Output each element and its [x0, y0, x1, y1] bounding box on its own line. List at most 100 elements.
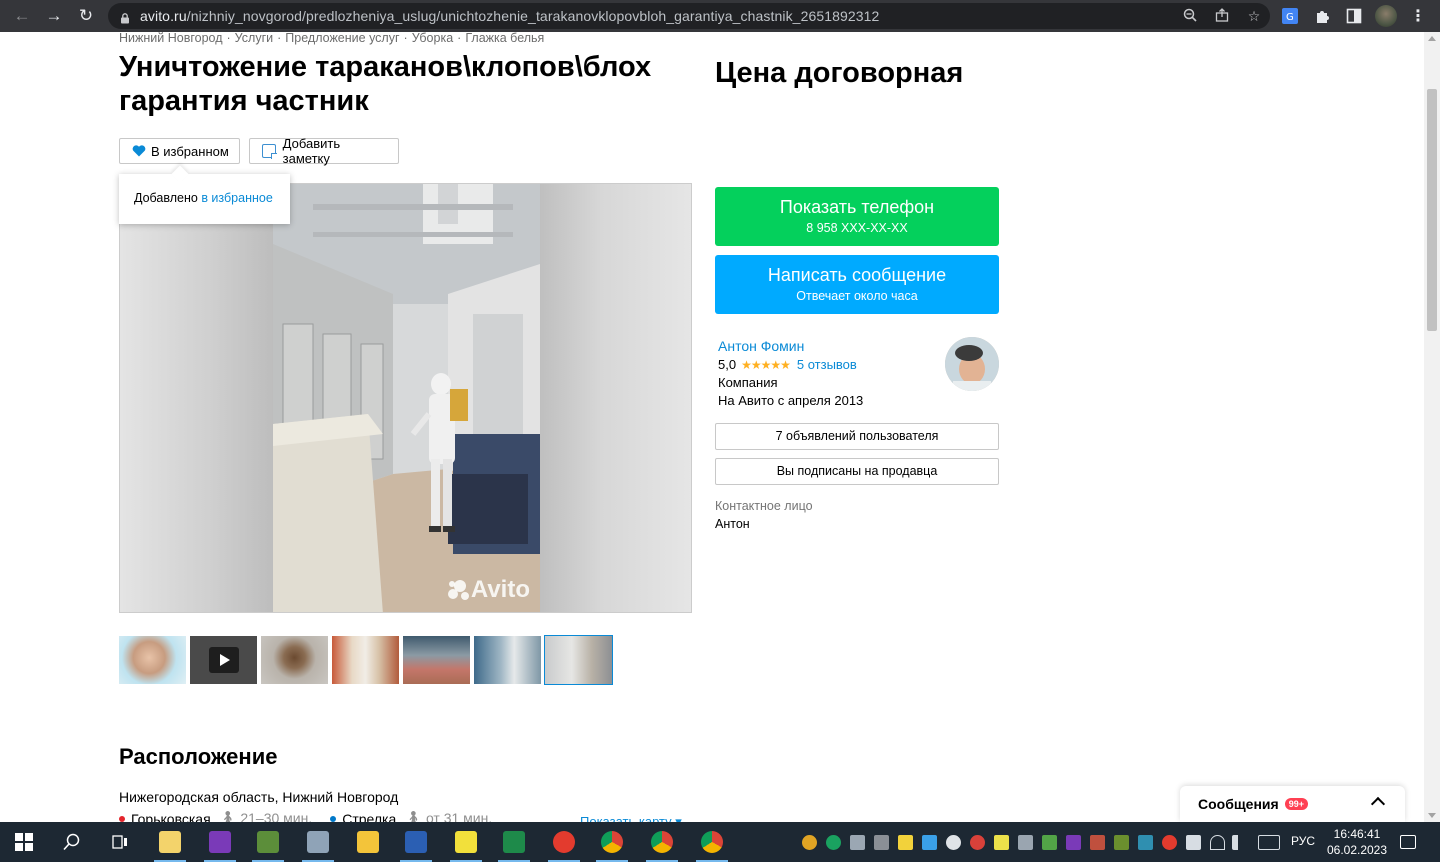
tray-onenote-icon[interactable] [1066, 835, 1081, 850]
profile-avatar-icon[interactable] [1374, 4, 1398, 28]
seller-name-link[interactable]: Антон Фомин [718, 338, 804, 354]
tray-app-icon[interactable] [802, 835, 817, 850]
tray-app-icon[interactable] [946, 835, 961, 850]
page-content: Нижний Новгород · Услуги · Предложение услуг… [0, 32, 1424, 822]
tray-app-icon[interactable] [1042, 835, 1057, 850]
taskbar-onenote-icon[interactable] [196, 822, 244, 862]
breadcrumb-services[interactable]: Услуги [235, 32, 273, 45]
clock-date: 06.02.2023 [1326, 843, 1388, 857]
breadcrumb-cleaning[interactable]: Уборка [412, 32, 453, 45]
forward-arrow-icon[interactable]: → [38, 0, 70, 32]
back-arrow-icon[interactable]: ← [6, 0, 38, 32]
search-icon[interactable] [48, 822, 96, 862]
gallery-thumbnail[interactable] [403, 636, 470, 684]
browser-menu-icon[interactable]: ⋮ [1408, 4, 1428, 28]
bookmark-star-icon[interactable]: ☆ [1238, 8, 1270, 25]
messenger-label: Сообщения [1198, 796, 1279, 812]
taskbar-excel-icon[interactable] [490, 822, 538, 862]
translate-extension-icon[interactable]: G [1280, 4, 1300, 28]
tooltip-text: Добавлено [134, 191, 202, 205]
taskbar-yandex-icon[interactable] [540, 822, 588, 862]
seller-ads-button[interactable]: 7 объявлений пользователя [715, 423, 999, 450]
gallery-thumbnail[interactable] [119, 636, 186, 684]
tray-volume-icon[interactable] [1232, 835, 1247, 850]
taskbar-notes-app-icon[interactable] [146, 822, 194, 862]
taskbar-chrome-icon[interactable] [688, 822, 736, 862]
taskbar-word-icon[interactable] [392, 822, 440, 862]
taskbar-explorer-icon[interactable] [344, 822, 392, 862]
reviews-link[interactable]: 5 отзывов [797, 357, 857, 372]
photo-gallery[interactable]: Avito [119, 183, 692, 613]
taskbar-chrome-icon[interactable] [638, 822, 686, 862]
seller-avatar[interactable] [945, 337, 999, 391]
tray-shield-icon[interactable] [826, 835, 841, 850]
page-scrollbar[interactable] [1424, 32, 1440, 822]
tray-app-icon[interactable] [1018, 835, 1033, 850]
gallery-blur-right [540, 184, 691, 612]
gallery-thumbnail[interactable] [332, 636, 399, 684]
taskbar-clock[interactable]: 16:46:41 06.02.2023 [1322, 826, 1392, 858]
metro-line-icon [330, 815, 337, 822]
reload-icon[interactable]: ↻ [70, 0, 102, 32]
tray-app-icon[interactable] [970, 835, 985, 850]
url-text: avito.ru/nizhniy_novgorod/predlozheniya_… [140, 8, 880, 24]
tooltip-favorites-link[interactable]: в избранное [201, 191, 272, 205]
taskbar-calculator-icon[interactable] [294, 822, 342, 862]
main-photo[interactable]: Avito [273, 184, 540, 612]
task-view-icon[interactable] [96, 822, 144, 862]
tray-app-icon[interactable] [1138, 835, 1153, 850]
taskbar-chrome-icon[interactable] [588, 822, 636, 862]
side-panel-icon[interactable] [1344, 4, 1364, 28]
favorite-button-label: В избранном [151, 143, 229, 159]
input-language[interactable]: РУС [1291, 834, 1315, 848]
metro-station: Горьковская 🚶︎ 21–30 мин. [119, 810, 312, 822]
share-icon[interactable] [1206, 7, 1238, 25]
gallery-thumbnail-video[interactable] [190, 636, 257, 684]
lock-icon[interactable] [120, 11, 130, 23]
tray-app-icon[interactable] [1114, 835, 1129, 850]
gallery-thumbnail-selected[interactable] [544, 635, 613, 685]
address-bar[interactable]: avito.ru/nizhniy_novgorod/predlozheniya_… [108, 3, 1270, 29]
browser-toolbar: ← → ↻ avito.ru/nizhniy_novgorod/predlozh… [0, 0, 1440, 32]
tray-monitor-icon[interactable] [850, 835, 865, 850]
messenger-widget[interactable]: Сообщения 99+ [1180, 786, 1405, 822]
seller-type: Компания [718, 375, 778, 390]
tray-notes-icon[interactable] [898, 835, 913, 850]
zoom-icon[interactable] [1174, 8, 1206, 25]
note-icon [262, 144, 277, 159]
show-map-link[interactable]: Показать карту ▾ [580, 814, 682, 822]
chevron-up-icon[interactable] [1370, 796, 1386, 812]
taskbar-chart-app-icon[interactable] [244, 822, 292, 862]
scrollbar-thumb[interactable] [1427, 89, 1437, 331]
tray-app-icon[interactable] [1090, 835, 1105, 850]
scroll-up-icon[interactable] [1428, 36, 1436, 41]
breadcrumb-service-offers[interactable]: Предложение услуг [285, 32, 399, 45]
add-note-button[interactable]: Добавить заметку [249, 136, 399, 166]
rating-value: 5,0 [718, 357, 737, 372]
clock-time: 16:46:41 [1333, 827, 1381, 841]
gallery-thumbnail[interactable] [261, 636, 328, 684]
favorite-button[interactable]: В избранном [119, 138, 240, 164]
location-address: Нижегородская область, Нижний Новгород [119, 789, 399, 805]
listing-price: Цена договорная [715, 57, 964, 89]
gallery-thumbnail[interactable] [474, 636, 541, 684]
scroll-down-icon[interactable] [1428, 813, 1436, 818]
breadcrumb-city[interactable]: Нижний Новгород [119, 32, 223, 45]
walk-time: 🚶︎ 21–30 мин. [218, 810, 313, 822]
tray-keyboard-icon[interactable] [1258, 835, 1280, 850]
notifications-icon[interactable] [1400, 835, 1416, 849]
location-heading: Расположение [119, 744, 278, 769]
taskbar-sticky-notes-icon[interactable] [442, 822, 490, 862]
tray-yandex-icon[interactable] [1162, 835, 1177, 850]
start-windows-icon[interactable] [0, 822, 48, 862]
tray-notes-icon[interactable] [994, 835, 1009, 850]
subscribed-button[interactable]: Вы подписаны на продавца [715, 458, 999, 485]
send-message-button[interactable]: Написать сообщение Отвечает около часа [715, 255, 999, 314]
tray-battery-icon[interactable] [1186, 835, 1201, 850]
tray-wifi-icon[interactable] [1210, 835, 1225, 850]
extensions-puzzle-icon[interactable] [1312, 4, 1332, 28]
breadcrumb-ironing[interactable]: Глажка белья [465, 32, 544, 45]
tray-app-icon[interactable] [874, 835, 889, 850]
show-phone-button[interactable]: Показать телефон 8 958 XXX-XX-XX [715, 187, 999, 246]
tray-snip-icon[interactable] [922, 835, 937, 850]
